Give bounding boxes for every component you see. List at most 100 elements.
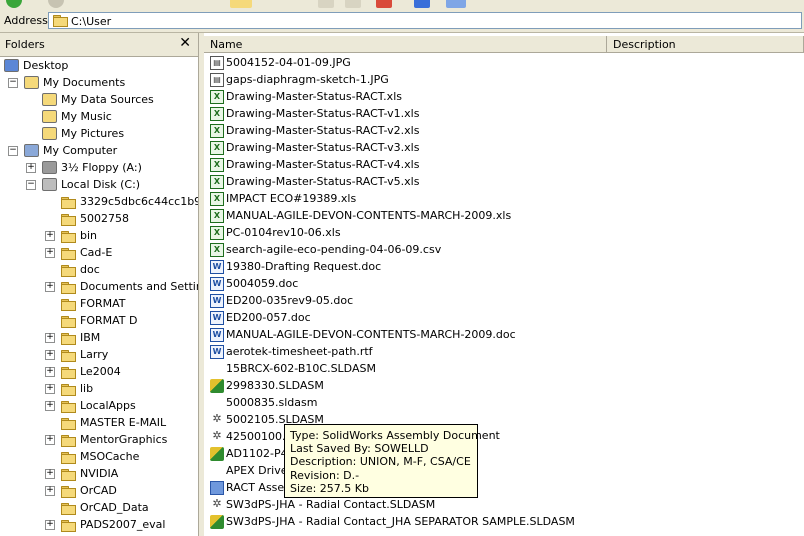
file-row[interactable]: W 5004059.doc xyxy=(210,276,800,293)
file-row[interactable]: 15BRCX-602-B10C.SLDASM xyxy=(210,361,800,378)
excel-file-icon: X xyxy=(210,192,224,206)
file-row[interactable]: X IMPACT ECO#19389.xls xyxy=(210,191,800,208)
close-icon[interactable]: ✕ xyxy=(179,35,191,51)
tree-item[interactable]: My Data Sources xyxy=(0,92,198,109)
file-row[interactable]: X Drawing-Master-Status-RACT-v3.xls xyxy=(210,140,800,157)
move-to-icon[interactable] xyxy=(318,0,334,8)
expand-icon[interactable]: + xyxy=(45,282,55,292)
expand-icon[interactable]: + xyxy=(45,469,55,479)
tree-item-label: My Documents xyxy=(43,76,126,89)
tree-item[interactable]: Desktop xyxy=(0,58,198,75)
forward-icon[interactable] xyxy=(48,0,64,8)
file-row[interactable]: X Drawing-Master-Status-RACT-v2.xls xyxy=(210,123,800,140)
file-row[interactable]: W MANUAL-AGILE-DEVON-CONTENTS-MARCH-2009.… xyxy=(210,327,800,344)
file-row[interactable]: W 19380-Drafting Request.doc xyxy=(210,259,800,276)
file-row[interactable]: X Drawing-Master-Status-RACT.xls xyxy=(210,89,800,106)
file-name: Drawing-Master-Status-RACT.xls xyxy=(226,90,402,103)
file-row[interactable]: Xsearch-agile-eco-pending-04-06-09.csv xyxy=(210,242,800,259)
folder-icon xyxy=(61,248,76,260)
file-row[interactable]: X Drawing-Master-Status-RACT-v4.xls xyxy=(210,157,800,174)
tree-item[interactable]: + OrCAD xyxy=(0,483,198,500)
tree-item-label: MentorGraphics xyxy=(80,433,168,446)
tree-item-label: OrCAD_Data xyxy=(80,501,149,514)
tree-item[interactable]: + LocalApps xyxy=(0,398,198,415)
tree-item[interactable]: + Documents and Settings xyxy=(0,279,198,296)
tree-item[interactable]: + IBM xyxy=(0,330,198,347)
tree-item-label: MSOCache xyxy=(80,450,140,463)
file-row[interactable]: ▤ 5004152-04-01-09.JPG xyxy=(210,55,800,72)
tree-item[interactable]: + Larry xyxy=(0,347,198,364)
expand-icon[interactable]: + xyxy=(45,435,55,445)
tree-item[interactable]: + NVIDIA xyxy=(0,466,198,483)
expand-icon[interactable]: + xyxy=(45,401,55,411)
expand-icon[interactable]: + xyxy=(45,384,55,394)
tooltip-type: Type: SolidWorks Assembly Document xyxy=(290,429,500,442)
expand-icon[interactable]: + xyxy=(45,486,55,496)
file-row[interactable]: X Drawing-Master-Status-RACT-v5.xls xyxy=(210,174,800,191)
file-row[interactable]: SW3dPS-JHA - Radial Contact_JHA SEPARATO… xyxy=(210,514,800,531)
column-header-description-label: Description xyxy=(613,38,676,51)
tree-item[interactable]: FORMAT D xyxy=(0,313,198,330)
tree-item-label: FORMAT D xyxy=(80,314,138,327)
tree-item[interactable]: +3½ Floppy (A:) xyxy=(0,160,198,177)
file-name: SW3dPS-JHA - Radial Contact.SLDASM xyxy=(226,498,436,511)
tree-item[interactable]: 3329c5dbc6c44cc1b9c0d xyxy=(0,194,198,211)
expand-icon[interactable]: + xyxy=(45,248,55,258)
file-name: ED200-057.doc xyxy=(226,311,311,324)
tooltip-size: Size: 257.5 Kb xyxy=(290,481,369,495)
file-row[interactable]: W ED200-035rev9-05.doc xyxy=(210,293,800,310)
tree-item[interactable]: + MentorGraphics xyxy=(0,432,198,449)
file-row[interactable]: W ED200-057.doc xyxy=(210,310,800,327)
excel-file-icon: X xyxy=(210,209,224,223)
tree-item[interactable]: 5002758 xyxy=(0,211,198,228)
views-icon[interactable] xyxy=(446,0,466,8)
tree-item[interactable]: − Local Disk (C:) xyxy=(0,177,198,194)
file-row[interactable]: X Drawing-Master-Status-RACT-v1.xls xyxy=(210,106,800,123)
tree-item[interactable]: + Le2004 xyxy=(0,364,198,381)
collapse-icon[interactable]: − xyxy=(26,180,36,190)
tree-item[interactable]: + Cad-E xyxy=(0,245,198,262)
collapse-icon[interactable]: − xyxy=(8,146,18,156)
solidworks-assembly-icon xyxy=(210,515,224,529)
file-row[interactable]: X PC-0104rev10-06.xls xyxy=(210,225,800,242)
file-row[interactable]: ✲ SW3dPS-JHA - Radial Contact.SLDASM xyxy=(210,497,800,514)
tree-item[interactable]: FORMAT xyxy=(0,296,198,313)
tree-item[interactable]: − My Computer xyxy=(0,143,198,160)
tree-item[interactable]: MASTER E-MAIL xyxy=(0,415,198,432)
file-row[interactable]: 5000835.sldasm xyxy=(210,395,800,412)
tree-item[interactable]: + lib xyxy=(0,381,198,398)
folder-icon xyxy=(61,452,76,464)
assembly-part-icon: ✲ xyxy=(212,497,222,510)
tree-item-label: bin xyxy=(80,229,98,242)
expand-icon[interactable]: + xyxy=(45,231,55,241)
expand-icon[interactable]: + xyxy=(45,520,55,530)
address-input[interactable]: C:\User xyxy=(48,12,802,29)
tree-item[interactable]: + PADS2007_eval xyxy=(0,517,198,534)
file-row[interactable]: X MANUAL-AGILE-DEVON-CONTENTS-MARCH-2009.… xyxy=(210,208,800,225)
file-name: 5000835.sldasm xyxy=(226,396,318,409)
back-icon[interactable] xyxy=(6,0,22,8)
copy-to-icon[interactable] xyxy=(345,0,361,8)
column-header-description[interactable]: Description xyxy=(607,36,804,53)
tree-item[interactable]: My Music xyxy=(0,109,198,126)
file-row[interactable]: ▤ gaps-diaphragm-sketch-1.JPG xyxy=(210,72,800,89)
expand-icon[interactable]: + xyxy=(26,163,36,173)
tree-item[interactable]: OrCAD_Data xyxy=(0,500,198,517)
tree-item[interactable]: + bin xyxy=(0,228,198,245)
tree-item[interactable]: doc xyxy=(0,262,198,279)
folders-icon[interactable] xyxy=(230,0,252,8)
undo-icon[interactable] xyxy=(414,0,430,8)
column-header-name[interactable]: Name xyxy=(204,36,607,53)
collapse-icon[interactable]: − xyxy=(8,78,18,88)
expand-icon[interactable]: + xyxy=(45,350,55,360)
tree-item[interactable]: − My Documents xyxy=(0,75,198,92)
file-row[interactable]: Waerotek-timesheet-path.rtf xyxy=(210,344,800,361)
tree-item[interactable]: MSOCache xyxy=(0,449,198,466)
delete-icon[interactable] xyxy=(376,0,392,8)
file-row[interactable]: 2998330.SLDASM xyxy=(210,378,800,395)
file-name: Drawing-Master-Status-RACT-v5.xls xyxy=(226,175,420,188)
folder-icon xyxy=(61,384,76,396)
tree-item[interactable]: My Pictures xyxy=(0,126,198,143)
expand-icon[interactable]: + xyxy=(45,333,55,343)
expand-icon[interactable]: + xyxy=(45,367,55,377)
